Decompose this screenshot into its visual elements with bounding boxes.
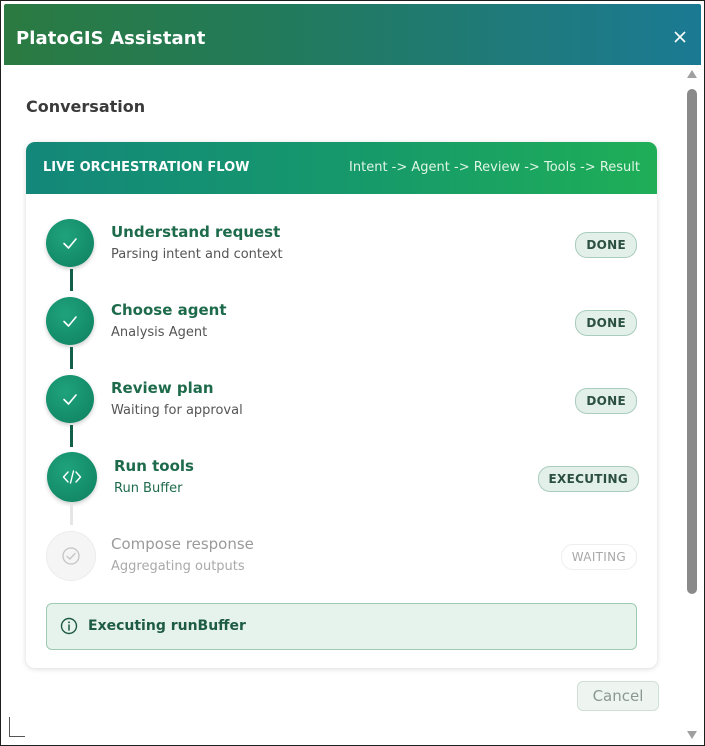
step-status-circle [46,297,94,345]
close-button[interactable] [671,30,689,48]
step-status-circle [46,531,96,581]
step-subtitle: Run Buffer [114,481,183,496]
step-title: Understand request [111,223,281,241]
execution-info-bar: Executing runBuffer [46,603,637,650]
step-title: Review plan [111,379,214,397]
check-icon [63,316,77,327]
step-subtitle: Aggregating outputs [111,559,245,574]
info-message: Executing runBuffer [88,618,246,634]
scroll-thumb[interactable] [687,89,697,594]
title-bar: PlatoGIS Assistant [4,4,701,65]
flow-step-run-tools: Run tools Run Buffer EXECUTING [26,443,657,513]
step-title: Run tools [114,457,194,475]
step-status-circle [47,452,97,502]
vertical-scrollbar[interactable] [685,68,699,743]
step-subtitle: Waiting for approval [111,403,243,418]
status-badge: EXECUTING [537,466,639,492]
flow-path: Intent -> Agent -> Review -> Tools -> Re… [349,160,640,175]
scroll-down-arrow-icon[interactable] [687,731,697,739]
step-subtitle: Analysis Agent [111,325,208,340]
status-badge: DONE [575,388,637,414]
step-title: Compose response [111,535,254,553]
step-subtitle: Parsing intent and context [111,247,283,262]
code-icon [62,470,82,484]
status-badge: WAITING [560,544,637,570]
cancel-button[interactable]: Cancel [577,681,659,711]
resize-grip-icon[interactable] [9,717,25,737]
check-icon [63,394,77,405]
check-icon [63,238,77,249]
window-title: PlatoGIS Assistant [16,28,206,49]
flow-step-choose-agent: Choose agent Analysis Agent DONE [26,287,657,357]
conversation-panel: Conversation LIVE ORCHESTRATION FLOW Int… [4,65,684,745]
step-title: Choose agent [111,301,227,319]
step-status-circle [46,219,94,267]
scroll-up-arrow-icon[interactable] [687,70,697,78]
flow-header: LIVE ORCHESTRATION FLOW Intent -> Agent … [26,142,657,194]
status-badge: DONE [575,310,637,336]
conversation-heading: Conversation [26,97,146,116]
orchestration-flow-card: LIVE ORCHESTRATION FLOW Intent -> Agent … [26,142,657,668]
assistant-window: PlatoGIS Assistant Conversation LIVE ORC… [0,0,705,746]
close-icon [674,31,686,43]
flow-step-review-plan: Review plan Waiting for approval DONE [26,365,657,435]
status-badge: DONE [575,232,637,258]
info-icon [60,617,78,635]
flow-step-compose-response: Compose response Aggregating outputs WAI… [26,521,657,591]
flow-title: LIVE ORCHESTRATION FLOW [43,160,250,175]
check-circle-icon [62,547,80,565]
flow-step-understand-request: Understand request Parsing intent and co… [26,209,657,279]
step-status-circle [46,375,94,423]
